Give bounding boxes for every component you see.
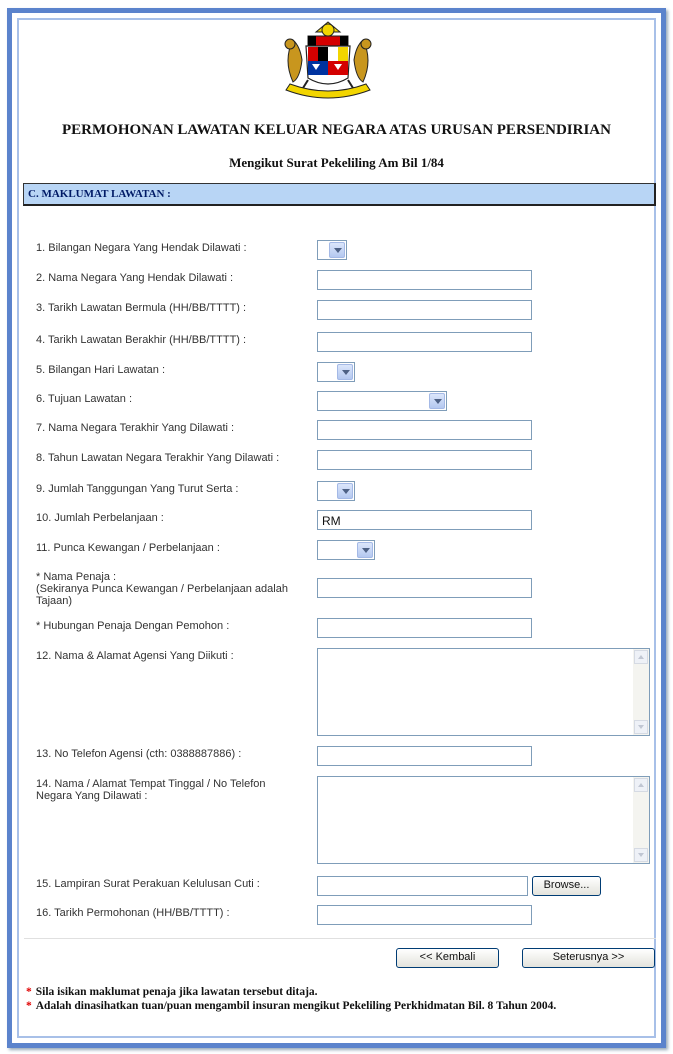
label-hubungan-penaja: * Hubungan Penaja Dengan Pemohon : bbox=[36, 620, 230, 632]
label-tujuan-lawatan: 6. Tujuan Lawatan : bbox=[36, 393, 133, 405]
select-bilangan-negara[interactable] bbox=[317, 240, 347, 260]
label-nama-penaja: * Nama Penaja : (Sekiranya Punca Kewanga… bbox=[36, 571, 288, 607]
label-nama-alamat-agensi: 12. Nama & Alamat Agensi Yang Diikuti : bbox=[36, 650, 234, 662]
label-jumlah-perbelanjaan: 10. Jumlah Perbelanjaan : bbox=[36, 512, 164, 524]
section-header: C. MAKLUMAT LAWATAN : bbox=[23, 183, 656, 206]
scroll-up-icon[interactable] bbox=[634, 650, 648, 664]
select-bilangan-hari[interactable] bbox=[317, 362, 355, 382]
textarea-alamat-tempat-tinggal[interactable] bbox=[317, 776, 650, 864]
scroll-down-icon[interactable] bbox=[634, 848, 648, 862]
input-jumlah-perbelanjaan[interactable]: RM bbox=[317, 510, 532, 530]
textarea-nama-alamat-agensi[interactable] bbox=[317, 648, 650, 736]
label-tarikh-permohonan: 16. Tarikh Permohonan (HH/BB/TTTT) : bbox=[36, 907, 230, 919]
label-no-telefon-agensi: 13. No Telefon Agensi (cth: 0388887886) … bbox=[36, 748, 242, 760]
label-tahun-lawatan-terakhir: 8. Tahun Lawatan Negara Terakhir Yang Di… bbox=[36, 452, 280, 464]
select-tujuan-lawatan[interactable] bbox=[317, 391, 447, 411]
label-tarikh-bermula: 3. Tarikh Lawatan Bermula (HH/BB/TTTT) : bbox=[36, 302, 247, 314]
divider bbox=[24, 938, 656, 939]
scrollbar[interactable] bbox=[633, 777, 649, 863]
scroll-up-icon[interactable] bbox=[634, 778, 648, 792]
input-tarikh-permohonan[interactable] bbox=[317, 905, 532, 925]
scrollbar[interactable] bbox=[633, 649, 649, 735]
label-negara-terakhir: 7. Nama Negara Terakhir Yang Dilawati : bbox=[36, 422, 235, 434]
label-lampiran-surat: 15. Lampiran Surat Perakuan Kelulusan Cu… bbox=[36, 878, 260, 890]
input-hubungan-penaja[interactable] bbox=[317, 618, 532, 638]
chevron-down-icon bbox=[357, 542, 373, 558]
chevron-down-icon bbox=[337, 364, 353, 380]
note-sponsor: * Sila isikan maklumat penaja jika lawata… bbox=[26, 986, 318, 998]
select-punca-kewangan[interactable] bbox=[317, 540, 375, 560]
chevron-down-icon bbox=[429, 393, 445, 409]
label-tarikh-berakhir: 4. Tarikh Lawatan Berakhir (HH/BB/TTTT) … bbox=[36, 334, 247, 346]
input-file-path[interactable] bbox=[317, 876, 528, 896]
next-button[interactable]: Seterusnya >> bbox=[522, 948, 655, 968]
coat-of-arms-icon bbox=[284, 21, 372, 99]
input-negara-terakhir[interactable] bbox=[317, 420, 532, 440]
scroll-down-icon[interactable] bbox=[634, 720, 648, 734]
label-punca-kewangan: 11. Punca Kewangan / Perbelanjaan : bbox=[36, 542, 220, 554]
chevron-down-icon bbox=[337, 483, 353, 499]
input-nama-penaja[interactable] bbox=[317, 578, 532, 598]
input-tarikh-bermula[interactable] bbox=[317, 300, 532, 320]
note-insurance: * Adalah dinasihatkan tuan/puan mengambil… bbox=[26, 1000, 557, 1012]
chevron-down-icon bbox=[329, 242, 345, 258]
label-nama-negara: 2. Nama Negara Yang Hendak Dilawati : bbox=[36, 272, 234, 284]
back-button[interactable]: << Kembali bbox=[396, 948, 499, 968]
label-alamat-tempat-tinggal: 14. Nama / Alamat Tempat Tinggal / No Te… bbox=[36, 778, 266, 802]
input-tarikh-berakhir[interactable] bbox=[317, 332, 532, 352]
input-nama-negara[interactable] bbox=[317, 270, 532, 290]
label-bilangan-negara: 1. Bilangan Negara Yang Hendak Dilawati … bbox=[36, 242, 247, 254]
select-jumlah-tanggungan[interactable] bbox=[317, 481, 355, 501]
browse-button[interactable]: Browse... bbox=[532, 876, 601, 896]
label-bilangan-hari: 5. Bilangan Hari Lawatan : bbox=[36, 364, 166, 376]
label-jumlah-tanggungan: 9. Jumlah Tanggungan Yang Turut Serta : bbox=[36, 483, 239, 495]
page-subtitle: Mengikut Surat Pekeliling Am Bil 1/84 bbox=[229, 155, 444, 170]
page-title: PERMOHONAN LAWATAN KELUAR NEGARA ATAS UR… bbox=[62, 122, 611, 138]
input-tahun-lawatan-terakhir[interactable] bbox=[317, 450, 532, 470]
input-no-telefon-agensi[interactable] bbox=[317, 746, 532, 766]
